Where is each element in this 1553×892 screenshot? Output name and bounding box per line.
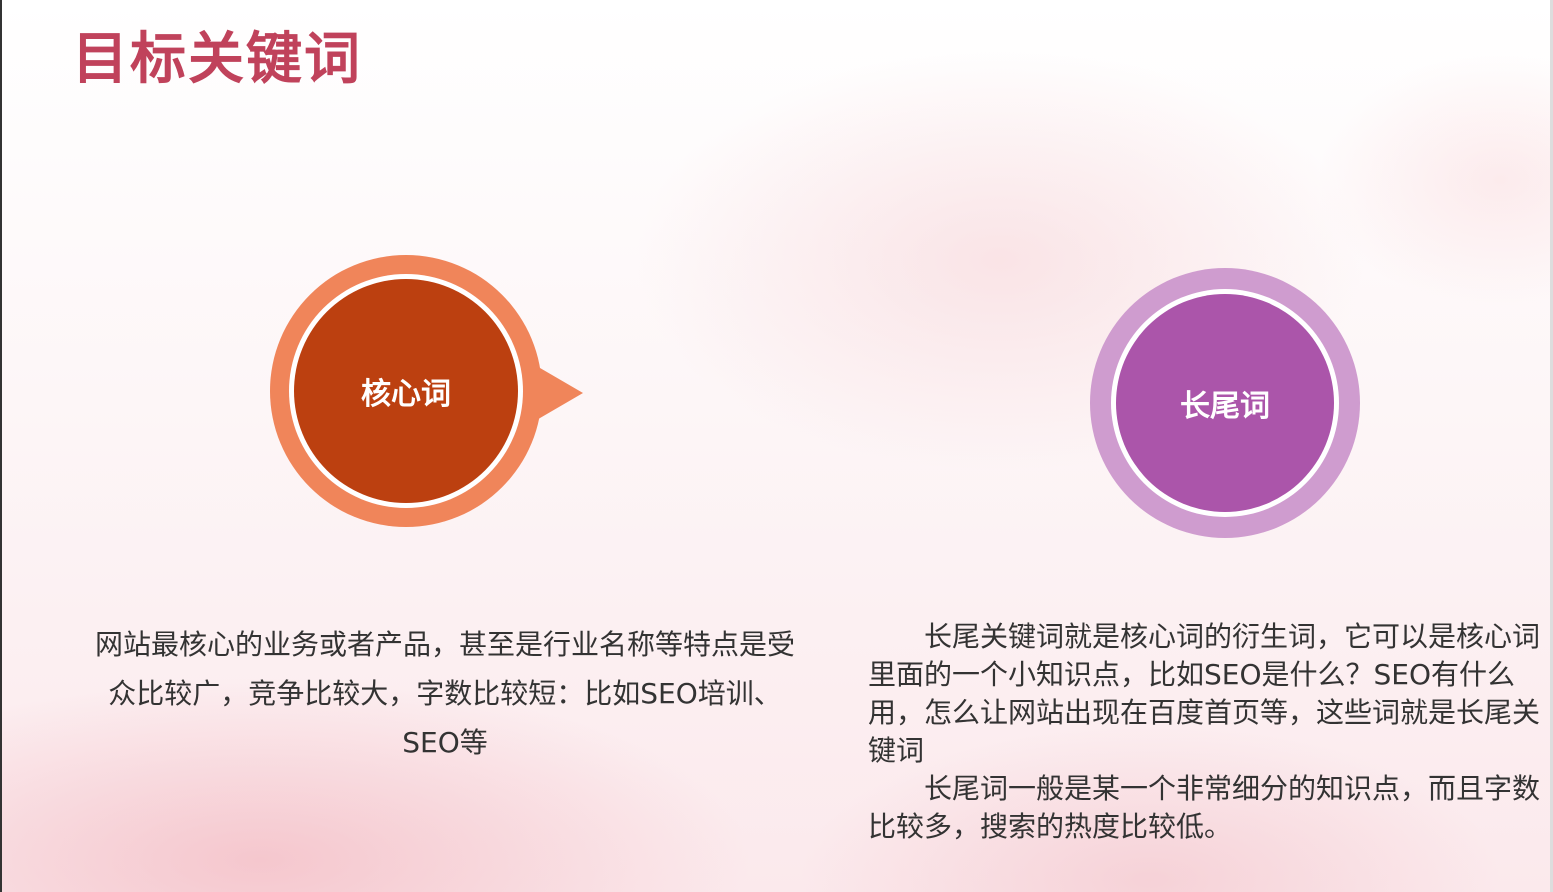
core-keyword-pointer <box>528 361 583 425</box>
longtail-paragraph-2: 长尾词一般是某一个非常细分的知识点，而且字数比较多，搜索的热度比较低。 <box>868 772 1541 843</box>
longtail-paragraph-1: 长尾关键词就是核心词的衍生词，它可以是核心词里面的一个小知识点，比如SEO是什么… <box>868 620 1541 767</box>
core-keyword-description: 网站最核心的业务或者产品，甚至是行业名称等特点是受众比较广，竞争比较大，字数比较… <box>95 628 796 759</box>
left-border <box>0 0 2 892</box>
longtail-keyword-badge: 长尾词 <box>1090 268 1360 538</box>
core-keyword-badge: 核心词 <box>270 255 590 527</box>
longtail-keyword-label: 长尾词 <box>1116 294 1334 512</box>
core-keyword-label: 核心词 <box>294 279 518 503</box>
longtail-keyword-description: 长尾关键词就是核心词的衍生词，它可以是核心词里面的一个小知识点，比如SEO是什么… <box>868 618 1553 846</box>
slide-title: 目标关键词 <box>72 27 362 92</box>
